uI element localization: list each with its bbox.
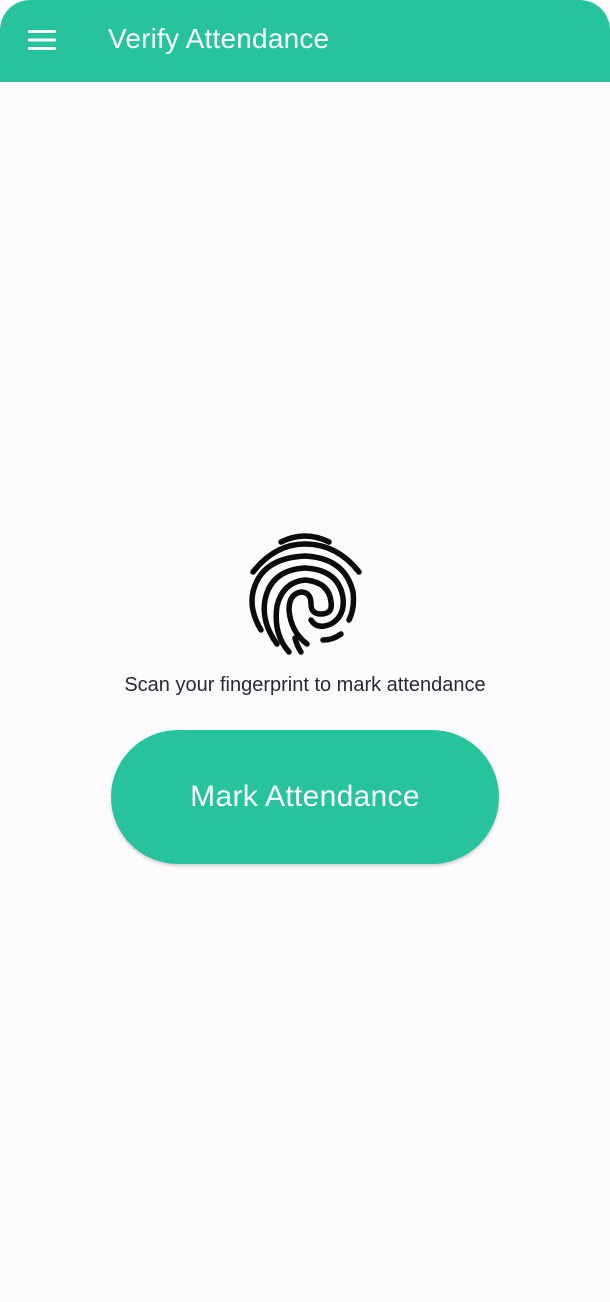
menu-button[interactable] [18, 16, 66, 64]
mark-attendance-button[interactable]: Mark Attendance [111, 730, 499, 864]
fingerprint-icon [249, 533, 362, 655]
app-bar: Verify Attendance [0, 0, 610, 82]
page-title: Verify Attendance [108, 23, 330, 54]
screen: Verify Attendance Scan your fingerprint … [0, 0, 610, 1302]
scan-instruction: Scan your fingerprint to mark attendance [124, 674, 486, 696]
hamburger-menu-icon [28, 30, 56, 50]
